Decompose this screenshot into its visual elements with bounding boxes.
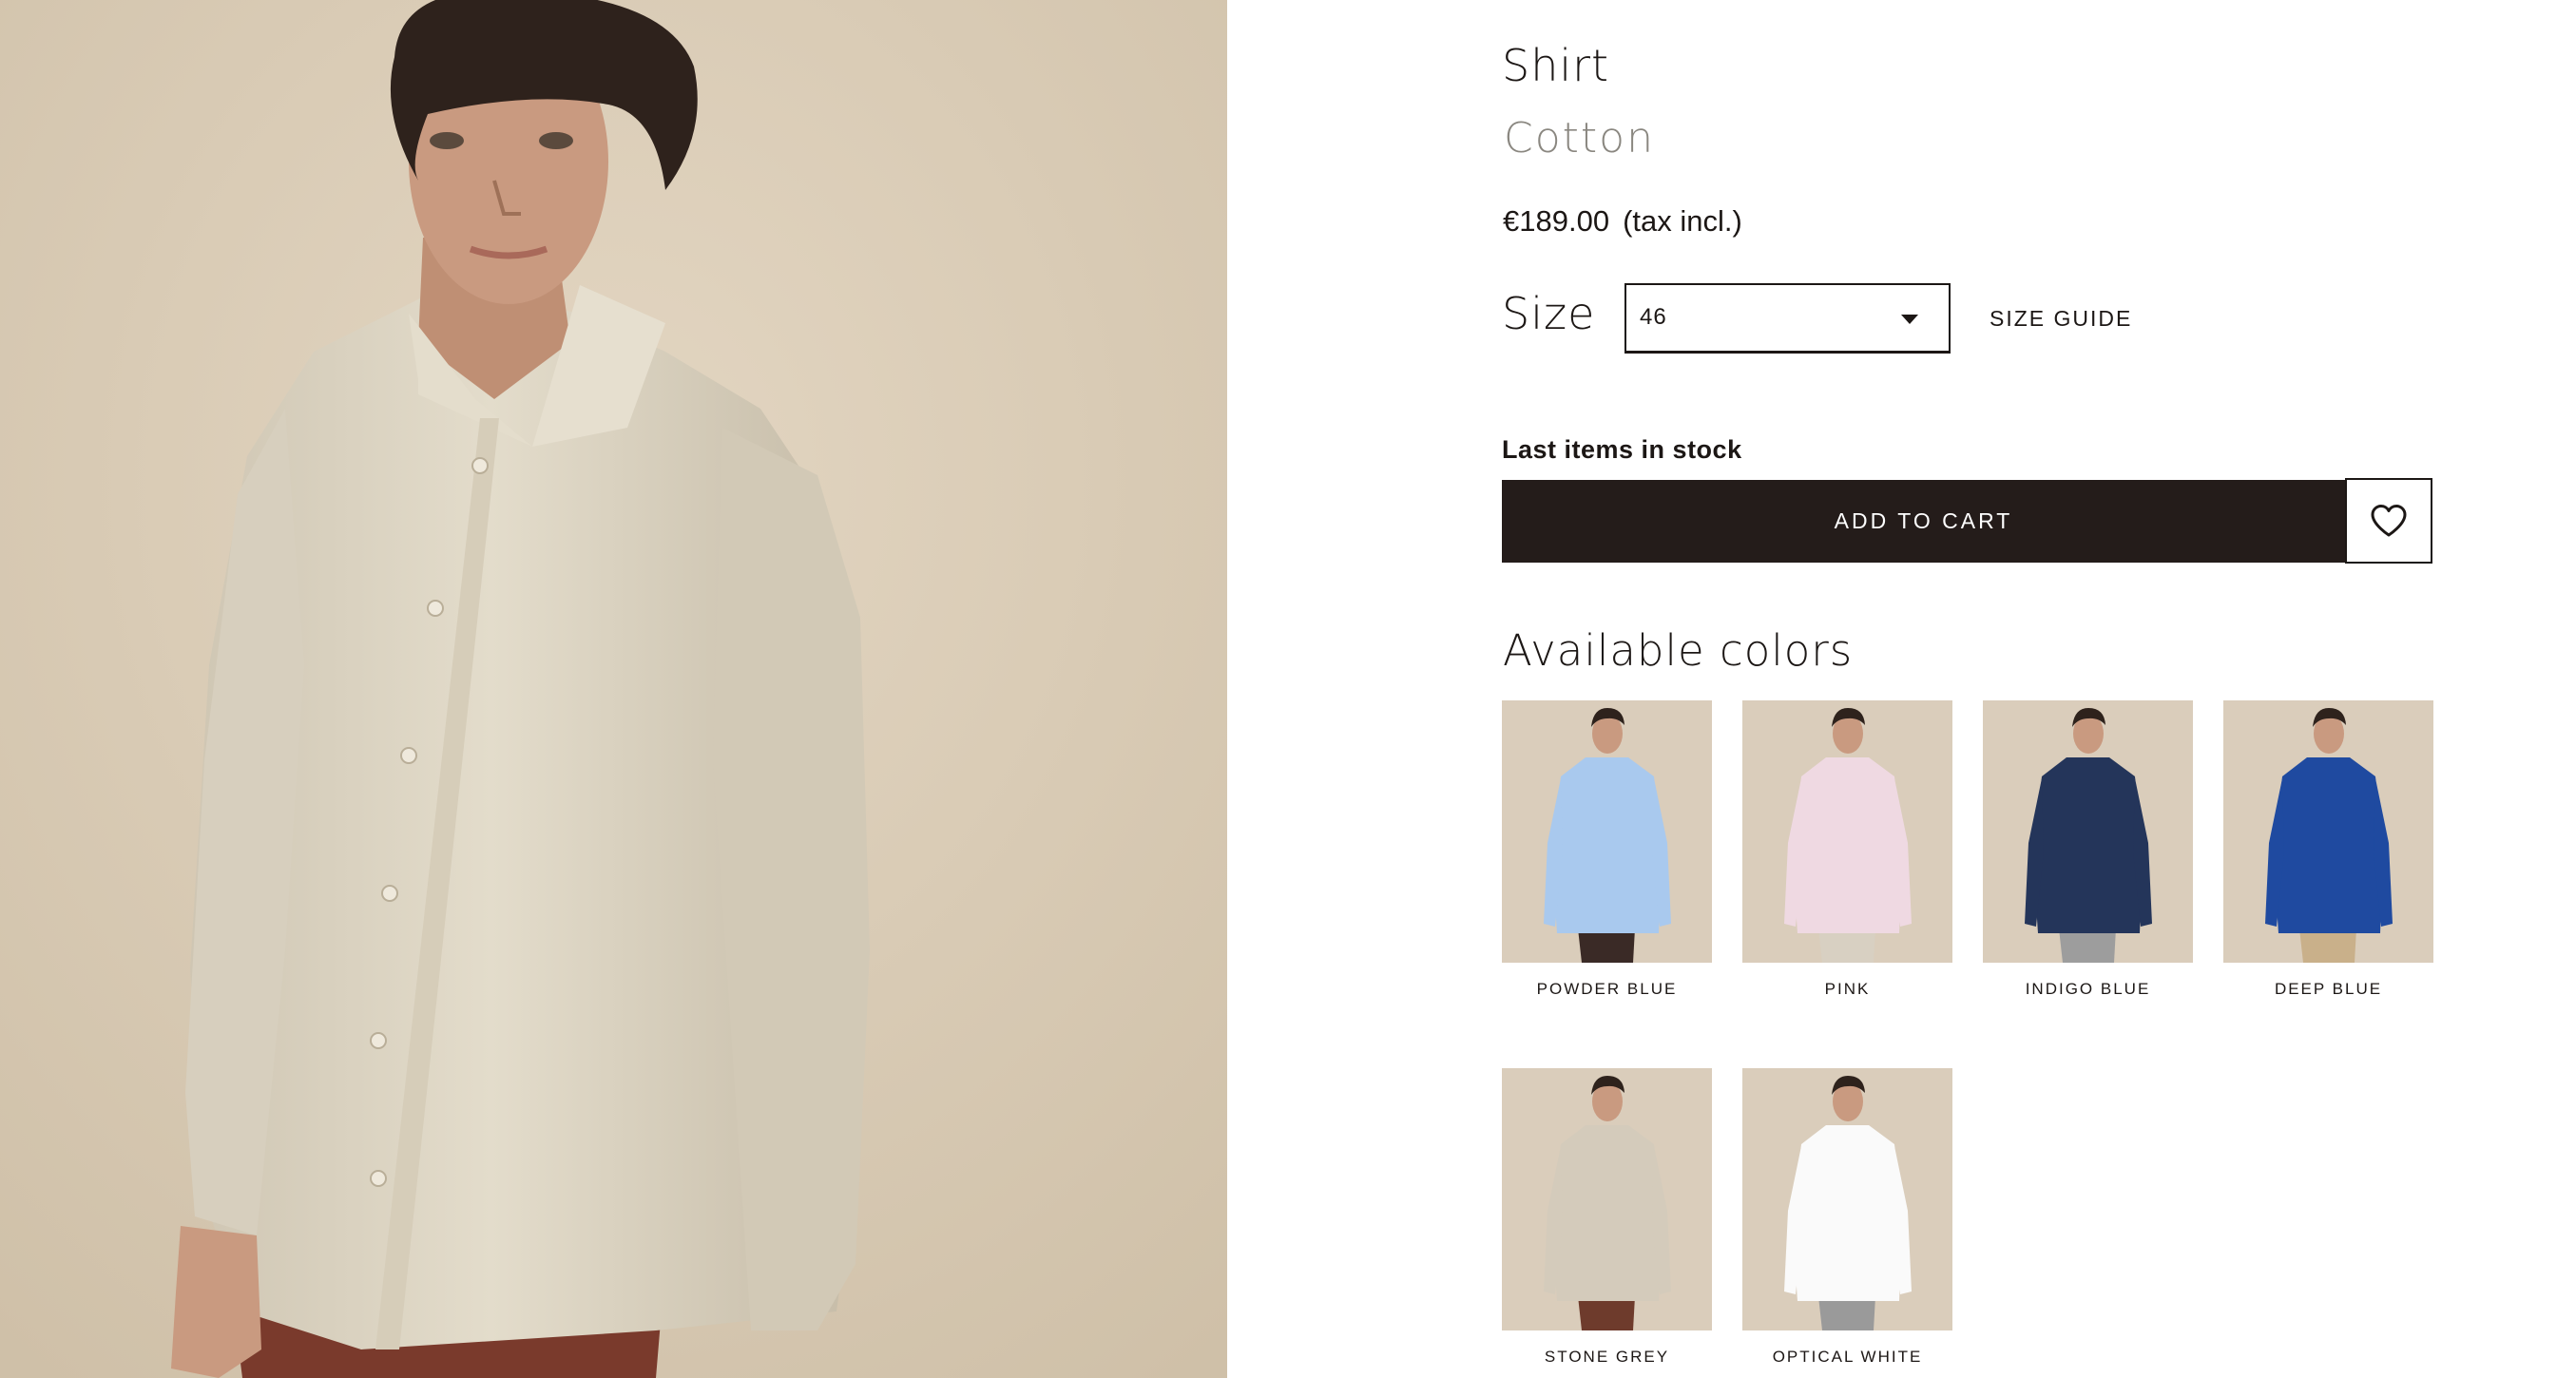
color-swatch-image [1742, 1068, 1952, 1330]
color-swatch[interactable]: POWDER BLUE [1502, 700, 1712, 999]
color-swatch-label: STONE GREY [1544, 1348, 1670, 1366]
available-colors-heading: Available colors [1503, 625, 1854, 676]
product-details-panel: Shirt Cotton €189.00 (tax incl.) Size 46 … [1502, 0, 2433, 1378]
tax-note: (tax incl.) [1623, 204, 1742, 238]
color-swatch-image [1983, 700, 2193, 963]
color-swatch-label: INDIGO BLUE [2025, 980, 2151, 998]
color-swatch[interactable]: STONE GREY [1502, 1068, 1712, 1367]
color-swatch-image [1742, 700, 1952, 963]
product-title: Shirt [1502, 40, 1610, 91]
color-swatch-label: OPTICAL WHITE [1772, 1348, 1923, 1366]
color-swatch-image [1502, 700, 1712, 963]
price-row: €189.00 (tax incl.) [1503, 204, 1742, 239]
color-swatch[interactable]: INDIGO BLUE [1983, 700, 2193, 999]
product-material: Cotton [1504, 114, 1655, 163]
product-price: €189.00 [1503, 204, 1610, 238]
size-guide-link[interactable]: SIZE GUIDE [1990, 306, 2132, 332]
product-hero-image[interactable] [0, 0, 1227, 1378]
size-select[interactable]: 46 [1624, 283, 1951, 354]
color-swatch-image [2223, 700, 2433, 963]
add-to-cart-label: ADD TO CART [1834, 508, 2013, 533]
color-swatch[interactable]: OPTICAL WHITE [1742, 1068, 1952, 1367]
color-swatch[interactable]: DEEP BLUE [2223, 700, 2433, 999]
heart-icon [2371, 505, 2407, 537]
model-wearing-shirt-image [0, 0, 1227, 1378]
color-swatch-label: DEEP BLUE [2274, 980, 2383, 998]
caret-down-icon [1901, 315, 1918, 324]
product-page: Shirt Cotton €189.00 (tax incl.) Size 46 … [0, 0, 2576, 1378]
color-swatch-label: PINK [1824, 980, 1871, 998]
add-to-cart-button[interactable]: ADD TO CART [1502, 480, 2345, 563]
color-swatch-image [1502, 1068, 1712, 1330]
color-swatch-label: POWDER BLUE [1536, 980, 1678, 998]
color-swatch[interactable]: PINK [1742, 700, 1952, 999]
wishlist-button[interactable] [2345, 478, 2432, 564]
size-selected-value: 46 [1640, 304, 1667, 330]
size-label: Size [1502, 288, 1596, 339]
stock-status: Last items in stock [1502, 435, 1742, 464]
